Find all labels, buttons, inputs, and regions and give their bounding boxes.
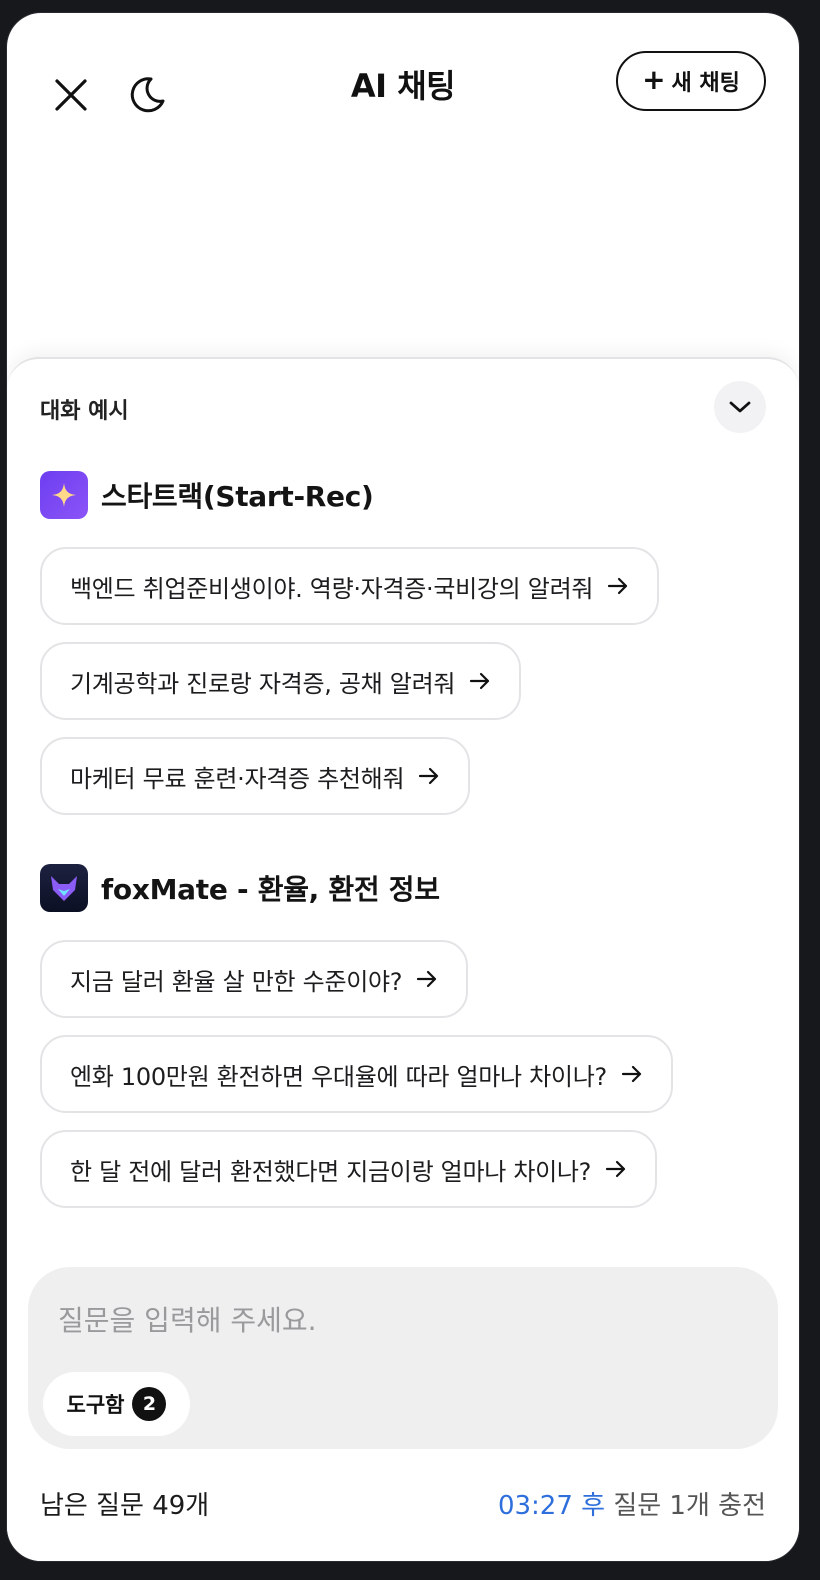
prompt-list: 지금 달러 환율 살 만한 수준이야? 엔화 100만원 환전하면 우대율에 따… [40, 940, 673, 1225]
agent-name: foxMate - 환율, 환전 정보 [101, 873, 440, 906]
arrow-right-icon [606, 1160, 626, 1178]
prompt-text: 엔화 100만원 환전하면 우대율에 따라 얼마나 차이나? [70, 1062, 607, 1091]
fox-logo-icon [40, 864, 88, 912]
chevron-down-icon [729, 401, 751, 413]
example-prompt-chip[interactable]: 지금 달러 환율 살 만한 수준이야? [40, 940, 469, 1018]
new-chat-label: 새 채팅 [671, 71, 740, 96]
header: AI 채팅 + 새 채팅 [7, 13, 799, 153]
agent-header: foxMate - 환율, 환전 정보 [40, 864, 673, 912]
prompt-text: 마케터 무료 훈련·자격증 추천해줘 [70, 764, 405, 793]
arrow-right-icon [419, 767, 439, 785]
plus-icon: + [642, 63, 666, 96]
example-prompt-chip[interactable]: 백엔드 취업준비생이야. 역량·자격증·국비강의 알려줘 [40, 547, 660, 625]
example-prompt-chip[interactable]: 한 달 전에 달러 환전했다면 지금이랑 얼마나 차이나? [40, 1130, 658, 1208]
toolbox-label: 도구함 [66, 1393, 125, 1417]
new-chat-button[interactable]: + 새 채팅 [616, 51, 766, 111]
recharge-text: 질문 1개 충전 [605, 1491, 766, 1521]
prompt-text: 백엔드 취업준비생이야. 역량·자격증·국비강의 알려줘 [70, 574, 594, 603]
arrow-right-icon [608, 577, 628, 595]
chat-window: AI 채팅 + 새 채팅 대화 예시 스타트랙(Start-Rec) 백엔드 취… [7, 13, 799, 1561]
toolbox-button[interactable]: 도구함 2 [43, 1372, 190, 1436]
agent-section-foxmate: foxMate - 환율, 환전 정보 지금 달러 환율 살 만한 수준이야? … [40, 864, 673, 1225]
prompt-text: 한 달 전에 달러 환전했다면 지금이랑 얼마나 차이나? [70, 1157, 592, 1186]
example-prompt-chip[interactable]: 마케터 무료 훈련·자격증 추천해줘 [40, 737, 471, 815]
recharge-status: 03:27 후 질문 1개 충전 [498, 1485, 766, 1522]
prompt-text: 지금 달러 환율 살 만한 수준이야? [70, 967, 403, 996]
recharge-timer: 03:27 후 [497, 1491, 606, 1521]
prompt-list: 백엔드 취업준비생이야. 역량·자격증·국비강의 알려줘 기계공학과 진로랑 자… [40, 547, 660, 832]
sparkle-logo-icon [40, 471, 88, 519]
remaining-questions: 남은 질문 49개 [40, 1491, 210, 1521]
example-prompt-chip[interactable]: 기계공학과 진로랑 자격증, 공채 알려줘 [40, 642, 522, 720]
conversation-examples-sheet: 대화 예시 스타트랙(Start-Rec) 백엔드 취업준비생이야. 역량·자격… [7, 357, 799, 1561]
agent-name: 스타트랙(Start-Rec) [101, 480, 374, 513]
message-composer: 도구함 2 [28, 1267, 778, 1449]
sheet-title: 대화 예시 [40, 399, 129, 424]
question-input[interactable] [56, 1291, 750, 1349]
toolbox-count-badge: 2 [132, 1387, 167, 1421]
agent-header: 스타트랙(Start-Rec) [40, 471, 659, 519]
prompt-text: 기계공학과 진로랑 자격증, 공채 알려줘 [70, 669, 456, 698]
arrow-right-icon [470, 672, 490, 690]
arrow-right-icon [621, 1065, 642, 1083]
collapse-button[interactable] [714, 381, 766, 433]
arrow-right-icon [417, 970, 437, 988]
agent-section-startrec: 스타트랙(Start-Rec) 백엔드 취업준비생이야. 역량·자격증·국비강의… [40, 471, 660, 832]
example-prompt-chip[interactable]: 엔화 100만원 환전하면 우대율에 따라 얼마나 차이나? [40, 1035, 673, 1113]
